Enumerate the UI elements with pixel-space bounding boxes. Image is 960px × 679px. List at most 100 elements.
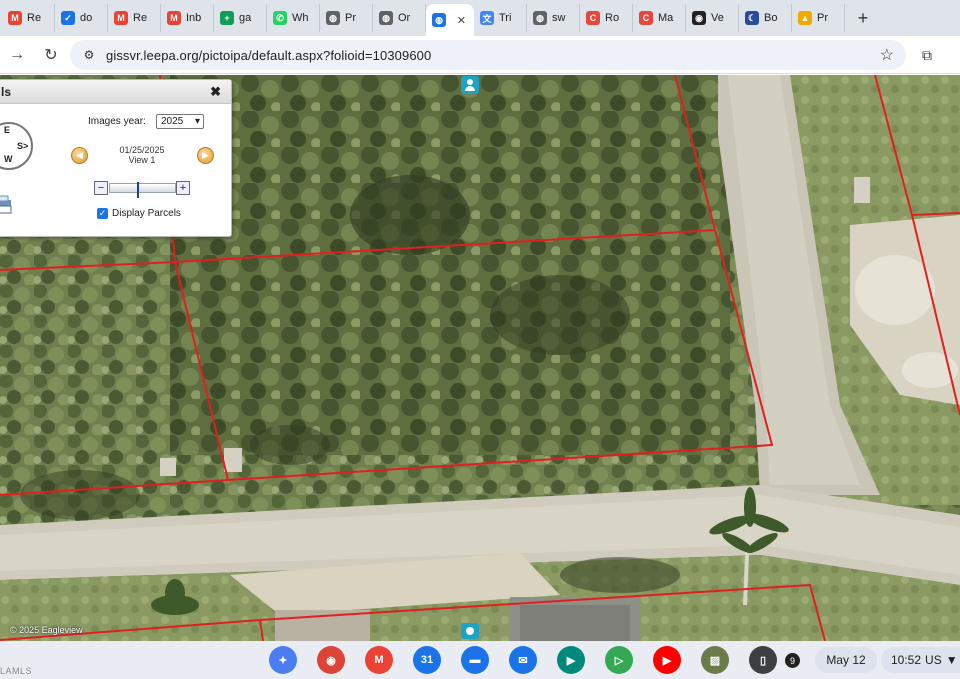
tab-title: Pr: [345, 12, 356, 24]
whatsapp-icon: ✆: [273, 11, 287, 25]
browser-tab[interactable]: ▲ Pr: [792, 4, 845, 32]
browser-tab[interactable]: M Re: [108, 4, 161, 32]
globe-icon: ◍: [533, 11, 547, 25]
tab-title: sw: [552, 12, 566, 24]
tab-title: Inb: [186, 12, 202, 24]
gmail-icon: M: [114, 11, 128, 25]
browser-tab[interactable]: ✆ Wh: [267, 4, 320, 32]
gmail-app-icon[interactable]: M: [365, 646, 393, 674]
url-text[interactable]: gissvr.leepa.org/pictoipa/default.aspx?f…: [106, 48, 431, 63]
browser-tab[interactable]: ☾ Bo: [739, 4, 792, 32]
browser-tab[interactable]: ◍ Or: [373, 4, 426, 32]
globe-icon: ◍: [379, 11, 393, 25]
display-parcels-toggle[interactable]: ✓ Display Parcels: [97, 208, 181, 219]
new-tab-button[interactable]: +: [849, 4, 877, 32]
panel-close-button[interactable]: ✖: [210, 84, 221, 100]
tab-title: Bo: [764, 12, 778, 24]
c-logo-icon: C: [586, 11, 600, 25]
browser-tab[interactable]: ◍ Pr: [320, 4, 373, 32]
zoom-out-button[interactable]: −: [94, 181, 108, 195]
forward-button[interactable]: →: [2, 40, 32, 70]
compass-s-label: S>: [17, 141, 29, 151]
address-bar[interactable]: ⚙ gissvr.leepa.org/pictoipa/default.aspx…: [70, 40, 906, 70]
browser-tab[interactable]: M Inb: [161, 4, 214, 32]
tab-title: Re: [133, 12, 148, 24]
messages-app-icon[interactable]: ✉: [509, 646, 537, 674]
panel-header[interactable]: ls: [0, 80, 231, 104]
zoom-slider[interactable]: − +: [94, 180, 191, 198]
reload-button[interactable]: ↻: [36, 40, 66, 70]
browser-tab[interactable]: ◍ ✕: [426, 4, 474, 36]
imagery-tools-panel: ls ✖ E I S> W Images year: 2025 ◀ 01/25/…: [0, 79, 232, 237]
c-logo-icon: C: [639, 11, 653, 25]
gmail-icon: M: [167, 11, 181, 25]
tab-title: Pr: [817, 12, 828, 24]
mls-watermark: LAMLS: [0, 666, 33, 676]
photo-app-icon[interactable]: ▨: [701, 646, 729, 674]
gemini-app-icon[interactable]: ✦: [269, 646, 297, 674]
previous-image-button[interactable]: ◀: [71, 147, 88, 164]
streetview-pegman-icon[interactable]: [461, 76, 479, 94]
image-date-info: 01/25/2025 View 1: [105, 145, 179, 165]
images-year-label: Images year:: [88, 116, 146, 127]
extensions-icon[interactable]: ⧉: [916, 44, 938, 66]
print-icon[interactable]: [0, 194, 15, 214]
browser-tab[interactable]: ✓ do: [55, 4, 108, 32]
globe-icon: ◍: [432, 13, 446, 27]
clock: 10:52: [891, 653, 922, 667]
compass-e-label: E: [4, 125, 11, 135]
browser-tab[interactable]: ◍ sw: [527, 4, 580, 32]
display-parcels-label: Display Parcels: [112, 208, 181, 219]
date-pill[interactable]: May 12: [815, 647, 877, 673]
browser-tab[interactable]: M Re: [2, 4, 55, 32]
imagery-copyright: © 2025 Eagleview: [10, 625, 83, 635]
browser-tab[interactable]: C Ma: [633, 4, 686, 32]
tab-title: do: [80, 12, 93, 24]
play-store-app-icon[interactable]: ▷: [605, 646, 633, 674]
calendar-app-icon[interactable]: 31: [413, 646, 441, 674]
sheets-icon: +: [220, 11, 234, 25]
bookmark-star-icon[interactable]: ☆: [880, 45, 894, 65]
panel-title: ls: [1, 84, 12, 99]
docs-check-icon: ✓: [61, 11, 75, 25]
browser-tab[interactable]: + ga: [214, 4, 267, 32]
zoom-thumb[interactable]: [137, 182, 140, 198]
files-app-icon[interactable]: ▬: [461, 646, 489, 674]
status-tray[interactable]: 10:52 US ▼: [881, 647, 960, 673]
camera-marker-icon[interactable]: [461, 623, 479, 639]
cone-icon: ▲: [798, 11, 812, 25]
tab-title: Re: [27, 12, 42, 24]
site-info-icon[interactable]: ⚙: [78, 44, 100, 66]
zoom-track[interactable]: [109, 182, 176, 198]
youtube-app-icon[interactable]: ▶: [653, 646, 681, 674]
notification-count-badge[interactable]: 9: [785, 653, 800, 668]
translate-icon: 文: [480, 11, 494, 25]
tab-title: Ve: [711, 12, 724, 24]
globe-icon: ◍: [326, 11, 340, 25]
display-parcels-checkbox[interactable]: ✓: [97, 208, 108, 219]
images-year-select[interactable]: 2025: [156, 114, 204, 129]
tab-title: Or: [398, 12, 411, 24]
moon-icon: ☾: [745, 11, 759, 25]
phone-hub-icon[interactable]: ▯: [749, 646, 777, 674]
next-image-button[interactable]: ▶: [197, 147, 214, 164]
chrome-app-icon[interactable]: ◉: [317, 646, 345, 674]
tab-title: Ro: [605, 12, 620, 24]
tab-title: Wh: [292, 12, 309, 24]
browser-tab[interactable]: C Ro: [580, 4, 633, 32]
close-tab-icon[interactable]: ✕: [457, 14, 466, 27]
browser-tab[interactable]: 文 Tri: [474, 4, 527, 32]
os-shelf: LAMLS 9 May 12 10:52 US ▼ ✦ ◉ M 31 ▬ ✉ ▶ ▷ ▶ ▨ ▯: [0, 641, 960, 679]
gmail-icon: M: [8, 11, 22, 25]
wifi-icon: ▼: [945, 653, 958, 667]
tab-title: Tri: [499, 12, 512, 24]
image-view: View 1: [128, 155, 156, 165]
meet-app-icon[interactable]: ▶: [557, 646, 585, 674]
tab-strip: M Re ✓ do M Re M Inb + ga ✆ Wh ◍ Pr ◍ Or ◍ ✕ 文 Tri ◍ sw C Ro C Ma…: [0, 0, 960, 36]
browser-tab[interactable]: ◉ Ve: [686, 4, 739, 32]
compass-w-label: W: [4, 154, 13, 164]
tab-title: Ma: [658, 12, 674, 24]
zoom-in-button[interactable]: +: [176, 181, 190, 195]
browser-toolbar: → ↻ ⚙ gissvr.leepa.org/pictoipa/default.…: [0, 36, 960, 74]
compass-rose-icon[interactable]: E I S> W: [0, 122, 33, 170]
